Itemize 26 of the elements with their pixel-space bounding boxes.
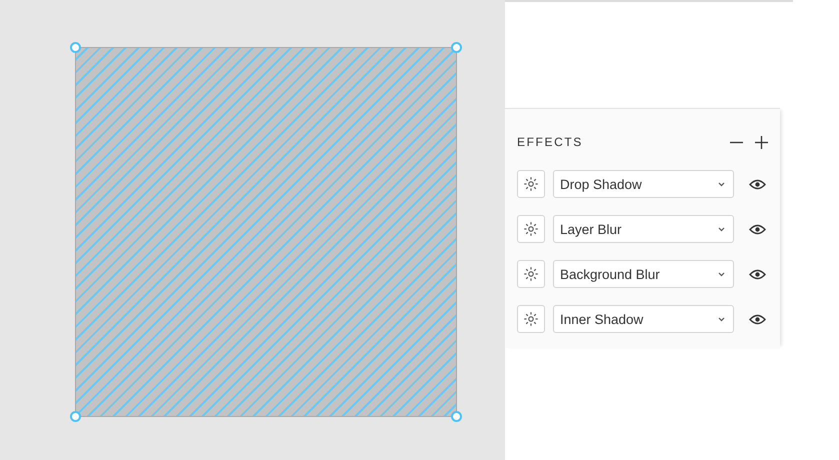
chevron-icon	[718, 226, 725, 232]
resize-handle[interactable]	[70, 42, 81, 53]
resize-handle[interactable]	[451, 42, 462, 53]
chevron-icon	[718, 182, 725, 186]
effect-settings-button[interactable]	[517, 260, 545, 288]
eye-icon[interactable]	[749, 178, 766, 190]
effect-settings-button[interactable]	[517, 305, 545, 333]
effect-settings-button[interactable]	[517, 215, 545, 243]
sun-icon	[523, 266, 539, 282]
resize-handle[interactable]	[451, 411, 462, 422]
effect-type-dropdown[interactable]: Drop Shadow	[553, 170, 734, 198]
chevron-icon	[718, 272, 725, 276]
sun-icon	[523, 311, 539, 327]
effect-type-dropdown[interactable]: Layer Blur	[553, 215, 734, 243]
sun-icon	[523, 221, 539, 237]
effect-settings-button[interactable]	[517, 170, 545, 198]
chevron-icon	[718, 316, 725, 322]
effect-type-dropdown[interactable]: Background Blur	[553, 260, 734, 288]
effect-type-dropdown[interactable]: Inner Shadow	[553, 305, 734, 333]
eye-icon[interactable]	[749, 224, 766, 234]
resize-handle[interactable]	[70, 411, 81, 422]
eye-icon[interactable]	[749, 268, 766, 280]
sun-icon	[523, 176, 539, 192]
panel-title: EFFECTS	[517, 135, 583, 149]
eye-icon[interactable]	[749, 314, 766, 324]
plus-icon[interactable]	[755, 136, 768, 148]
